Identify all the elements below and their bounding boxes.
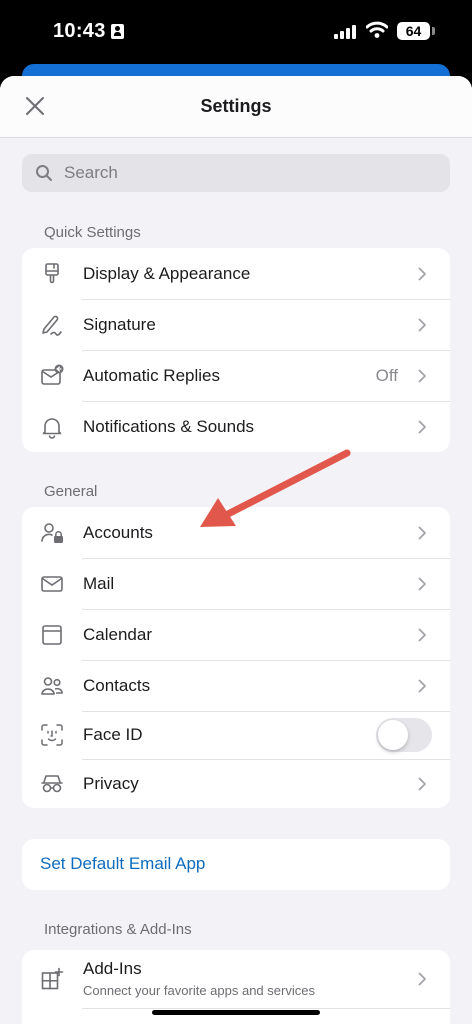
battery-icon: 64 (397, 22, 430, 40)
row-accounts[interactable]: Accounts (22, 507, 450, 558)
account-lock-icon (41, 522, 63, 543)
chevron-right-icon (418, 777, 426, 790)
row-notifications-sounds[interactable]: Notifications & Sounds (22, 401, 450, 452)
settings-sheet: Settings Quick Settings Display & Appear… (0, 76, 472, 1024)
envelope-icon (41, 575, 63, 592)
bell-icon (42, 417, 62, 439)
chevron-right-icon (418, 679, 426, 692)
row-subtitle: Connect your favorite apps and services (83, 983, 315, 998)
nav-bar: Settings (0, 76, 472, 138)
row-label: Calendar (83, 624, 152, 644)
chevron-right-icon (418, 420, 426, 433)
chevron-right-icon (418, 972, 426, 986)
status-time: 10:43 (53, 20, 106, 42)
row-signature[interactable]: Signature (22, 299, 450, 350)
face-id-icon (41, 724, 63, 746)
chevron-right-icon (418, 628, 426, 641)
row-display-appearance[interactable]: Display & Appearance (22, 248, 450, 299)
set-default-email-app-button[interactable]: Set Default Email App (22, 839, 450, 890)
row-label: Contacts (83, 675, 151, 695)
contacts-icon (41, 676, 63, 695)
row-add-ins[interactable]: Add-Ins Connect your favorite apps and s… (22, 950, 450, 1008)
row-label: Automatic Replies (83, 365, 221, 385)
battery-tip (432, 27, 435, 35)
quick-settings-group: Display & Appearance Signature Automatic… (22, 248, 450, 452)
contact-card-icon (111, 24, 124, 39)
calendar-icon (42, 624, 62, 645)
section-header-general: General (44, 483, 98, 500)
face-id-toggle[interactable] (376, 718, 432, 752)
section-header-quick-settings: Quick Settings (44, 224, 141, 241)
wifi-icon (366, 21, 388, 38)
row-label: Notifications & Sounds (83, 416, 255, 436)
chevron-right-icon (418, 526, 426, 539)
section-header-integrations: Integrations & Add-Ins (44, 921, 192, 938)
row-calendar[interactable]: Calendar (22, 609, 450, 660)
toggle-knob (378, 720, 408, 750)
search-bar[interactable] (22, 154, 450, 192)
auto-reply-icon (41, 364, 64, 385)
row-value: Off (375, 365, 398, 385)
row-label: Display & Appearance (83, 263, 251, 283)
set-default-email-app-label: Set Default Email App (40, 854, 206, 873)
row-label: Mail (83, 573, 115, 593)
row-label: Signature (83, 314, 156, 334)
row-privacy[interactable]: Privacy (22, 759, 450, 808)
privacy-glasses-icon (41, 774, 63, 792)
row-mail[interactable]: Mail (22, 558, 450, 609)
general-group: Accounts Mail Calendar Contacts Face ID … (22, 507, 450, 808)
cellular-signal-icon (334, 25, 358, 39)
row-automatic-replies[interactable]: Automatic Replies Off (22, 350, 450, 401)
row-contacts[interactable]: Contacts (22, 660, 450, 711)
chevron-right-icon (418, 267, 426, 280)
search-input[interactable] (64, 154, 434, 192)
status-bar: 10:43 64 (0, 0, 472, 66)
row-face-id: Face ID (22, 711, 450, 759)
home-indicator (152, 1010, 320, 1015)
row-label: Privacy (83, 773, 139, 793)
page-title: Settings (200, 96, 272, 116)
row-label: Accounts (83, 522, 153, 542)
signature-pen-icon (42, 315, 62, 336)
row-label: Add-Ins (83, 959, 142, 978)
add-ins-grid-icon (41, 967, 64, 990)
search-icon (36, 165, 52, 181)
row-label: Face ID (83, 725, 143, 744)
chevron-right-icon (418, 318, 426, 331)
paintbrush-icon (45, 262, 59, 283)
chevron-right-icon (418, 577, 426, 590)
chevron-right-icon (418, 369, 426, 382)
